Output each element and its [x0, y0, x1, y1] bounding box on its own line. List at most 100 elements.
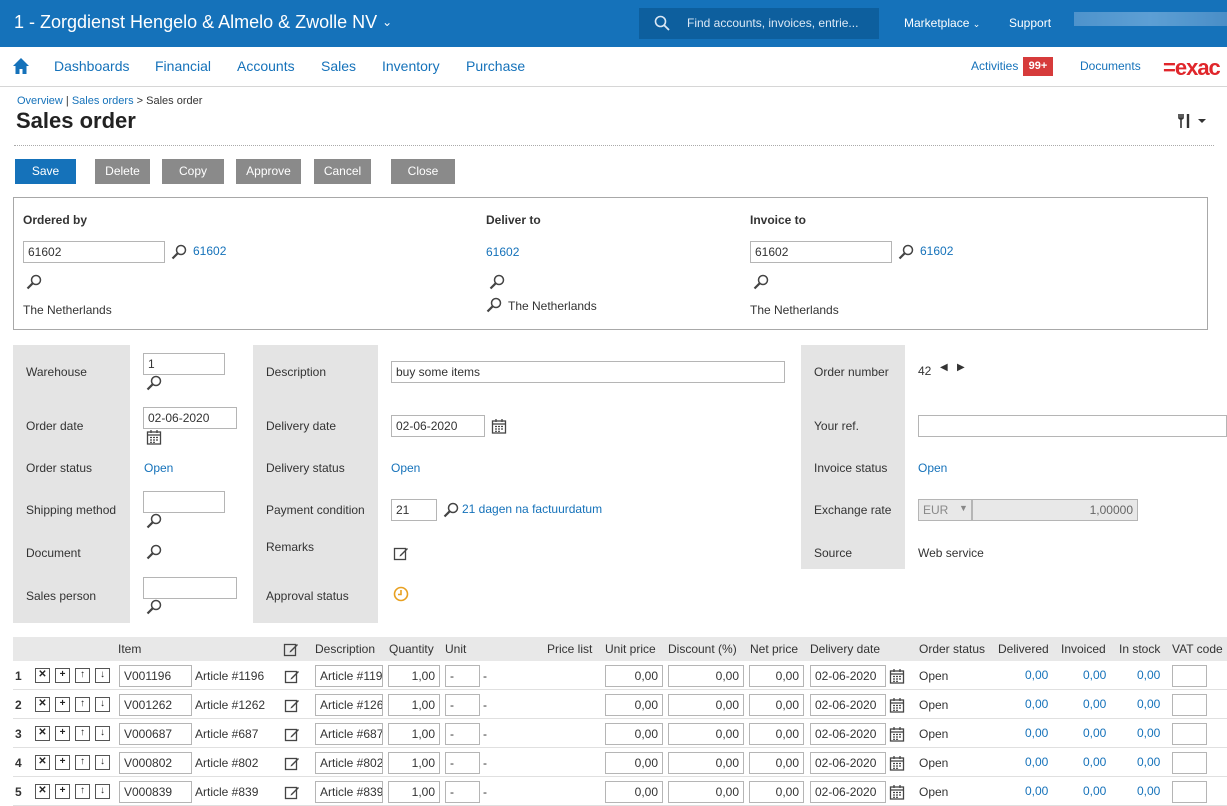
description-input[interactable]: buy some items: [391, 361, 785, 383]
edit-icon[interactable]: [284, 668, 300, 684]
unit-input[interactable]: -: [445, 781, 480, 803]
item-code-input[interactable]: V000687: [119, 723, 192, 745]
discount-input[interactable]: 0,00: [668, 694, 744, 716]
insert-row-icon[interactable]: +: [55, 784, 70, 799]
previous-order-icon[interactable]: ◀: [940, 362, 948, 373]
next-order-icon[interactable]: ▶: [957, 362, 965, 373]
discount-input[interactable]: 0,00: [668, 723, 744, 745]
invoiced-link[interactable]: 0,00: [1083, 668, 1106, 682]
col-delivered[interactable]: Delivered: [998, 642, 1049, 656]
unit-input[interactable]: -: [445, 752, 480, 774]
copy-button[interactable]: Copy: [162, 159, 224, 184]
quantity-input[interactable]: 1,00: [388, 752, 440, 774]
col-item[interactable]: Item: [118, 642, 141, 656]
delivered-link[interactable]: 0,00: [1025, 697, 1048, 711]
vat-code-input[interactable]: [1172, 665, 1207, 687]
col-net-price[interactable]: Net price: [750, 642, 798, 656]
nav-dashboards[interactable]: Dashboards: [54, 58, 130, 74]
delivery-status-value[interactable]: Open: [391, 461, 420, 475]
magnifier-icon[interactable]: [146, 375, 162, 391]
magnifier-icon[interactable]: [146, 513, 162, 529]
nav-purchase[interactable]: Purchase: [466, 58, 525, 74]
move-down-icon[interactable]: ↓: [95, 755, 110, 770]
approve-button[interactable]: Approve: [236, 159, 301, 184]
net-price-input[interactable]: 0,00: [749, 723, 804, 745]
edit-icon[interactable]: [283, 641, 299, 657]
col-discount[interactable]: Discount (%): [668, 642, 737, 656]
vat-code-input[interactable]: [1172, 723, 1207, 745]
invoiced-link[interactable]: 0,00: [1083, 784, 1106, 798]
sales-person-input[interactable]: [143, 577, 237, 599]
edit-icon[interactable]: [284, 784, 300, 800]
move-down-icon[interactable]: ↓: [95, 726, 110, 741]
col-unit[interactable]: Unit: [445, 642, 466, 656]
delete-row-icon[interactable]: ✕: [35, 726, 50, 741]
net-price-input[interactable]: 0,00: [749, 752, 804, 774]
delivered-link[interactable]: 0,00: [1025, 668, 1048, 682]
unit-price-input[interactable]: 0,00: [605, 752, 663, 774]
user-name-blurred[interactable]: [1074, 12, 1227, 26]
documents-link[interactable]: Documents: [1080, 59, 1141, 73]
activities-link[interactable]: Activities: [971, 59, 1018, 73]
col-vat-code[interactable]: VAT code: [1172, 642, 1223, 656]
description-input[interactable]: Article #839: [315, 781, 383, 803]
magnifier-icon[interactable]: [171, 244, 187, 260]
nav-accounts[interactable]: Accounts: [237, 58, 295, 74]
global-search[interactable]: Find accounts, invoices, entrie...: [639, 8, 879, 39]
move-down-icon[interactable]: ↓: [95, 784, 110, 799]
unit-input[interactable]: -: [445, 665, 480, 687]
discount-input[interactable]: 0,00: [668, 752, 744, 774]
magnifier-icon[interactable]: [146, 544, 162, 560]
item-code-input[interactable]: V000839: [119, 781, 192, 803]
net-price-input[interactable]: 0,00: [749, 665, 804, 687]
edit-icon[interactable]: [284, 697, 300, 713]
delivery-date-input[interactable]: 02-06-2020: [810, 752, 886, 774]
calendar-icon[interactable]: [146, 429, 162, 445]
payment-condition-link[interactable]: 21 dagen na factuurdatum: [462, 502, 602, 516]
nav-sales[interactable]: Sales: [321, 58, 356, 74]
home-icon[interactable]: [12, 57, 30, 75]
description-input[interactable]: Article #802: [315, 752, 383, 774]
magnifier-icon[interactable]: [489, 274, 505, 290]
col-quantity[interactable]: Quantity: [389, 642, 434, 656]
col-invoiced[interactable]: Invoiced: [1061, 642, 1106, 656]
delivered-link[interactable]: 0,00: [1025, 755, 1048, 769]
order-status-value[interactable]: Open: [144, 461, 173, 475]
vat-code-input[interactable]: [1172, 694, 1207, 716]
currency-select[interactable]: EUR ▼: [918, 499, 972, 521]
magnifier-icon[interactable]: [26, 274, 42, 290]
vat-code-input[interactable]: [1172, 781, 1207, 803]
edit-icon[interactable]: [284, 726, 300, 742]
unit-price-input[interactable]: 0,00: [605, 665, 663, 687]
move-down-icon[interactable]: ↓: [95, 668, 110, 683]
col-delivery-date[interactable]: Delivery date: [810, 642, 880, 656]
col-in-stock[interactable]: In stock: [1119, 642, 1160, 656]
ordered-by-input[interactable]: 61602: [23, 241, 165, 263]
col-order-status[interactable]: Order status: [919, 642, 985, 656]
insert-row-icon[interactable]: +: [55, 726, 70, 741]
delivery-date-input[interactable]: 02-06-2020: [391, 415, 485, 437]
magnifier-icon[interactable]: [898, 244, 914, 260]
delivery-date-input[interactable]: 02-06-2020: [810, 665, 886, 687]
quantity-input[interactable]: 1,00: [388, 694, 440, 716]
invoice-to-link[interactable]: 61602: [920, 244, 953, 258]
delete-button[interactable]: Delete: [95, 159, 150, 184]
insert-row-icon[interactable]: +: [55, 668, 70, 683]
nav-financial[interactable]: Financial: [155, 58, 211, 74]
delivery-date-input[interactable]: 02-06-2020: [810, 781, 886, 803]
description-input[interactable]: Article #1196: [315, 665, 383, 687]
col-description[interactable]: Description: [315, 642, 375, 656]
in-stock-link[interactable]: 0,00: [1137, 668, 1160, 682]
calendar-icon[interactable]: [491, 418, 507, 434]
calendar-icon[interactable]: [889, 668, 905, 684]
unit-input[interactable]: -: [445, 694, 480, 716]
magnifier-icon[interactable]: [753, 274, 769, 290]
magnifier-icon[interactable]: [443, 502, 459, 518]
invoiced-link[interactable]: 0,00: [1083, 697, 1106, 711]
delete-row-icon[interactable]: ✕: [35, 668, 50, 683]
breadcrumb-sales-orders[interactable]: Sales orders: [72, 95, 134, 107]
unit-price-input[interactable]: 0,00: [605, 723, 663, 745]
delete-row-icon[interactable]: ✕: [35, 784, 50, 799]
invoice-status-value[interactable]: Open: [918, 461, 947, 475]
delete-row-icon[interactable]: ✕: [35, 755, 50, 770]
